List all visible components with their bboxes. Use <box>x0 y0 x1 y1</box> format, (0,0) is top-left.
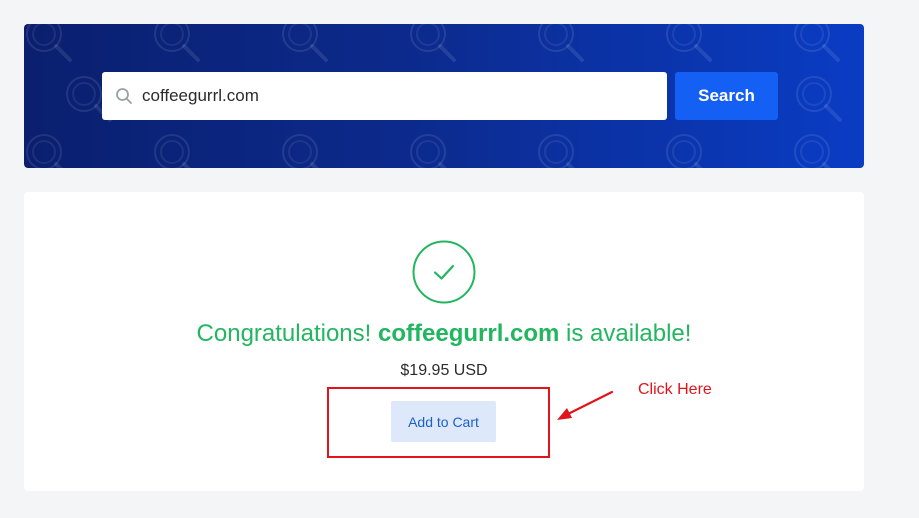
search-icon <box>116 88 132 104</box>
search-box[interactable] <box>102 72 667 120</box>
search-banner: Search <box>24 24 864 168</box>
headline-prefix: Congratulations! <box>196 320 378 347</box>
headline-suffix: is available! <box>559 320 692 347</box>
add-to-cart-button[interactable]: Add to Cart <box>391 401 496 442</box>
domain-price: $19.95 USD <box>400 362 488 379</box>
click-here-annotation: Click Here <box>638 381 712 398</box>
availability-result-card: Congratulations! coffeegurrl.com is avai… <box>24 192 864 491</box>
availability-headline: Congratulations! coffeegurrl.com is avai… <box>24 320 864 348</box>
domain-search-input[interactable] <box>142 72 657 120</box>
arrow-icon <box>557 390 614 420</box>
available-domain: coffeegurrl.com <box>378 320 560 347</box>
check-circle-icon <box>412 240 476 304</box>
search-button[interactable]: Search <box>675 72 778 120</box>
